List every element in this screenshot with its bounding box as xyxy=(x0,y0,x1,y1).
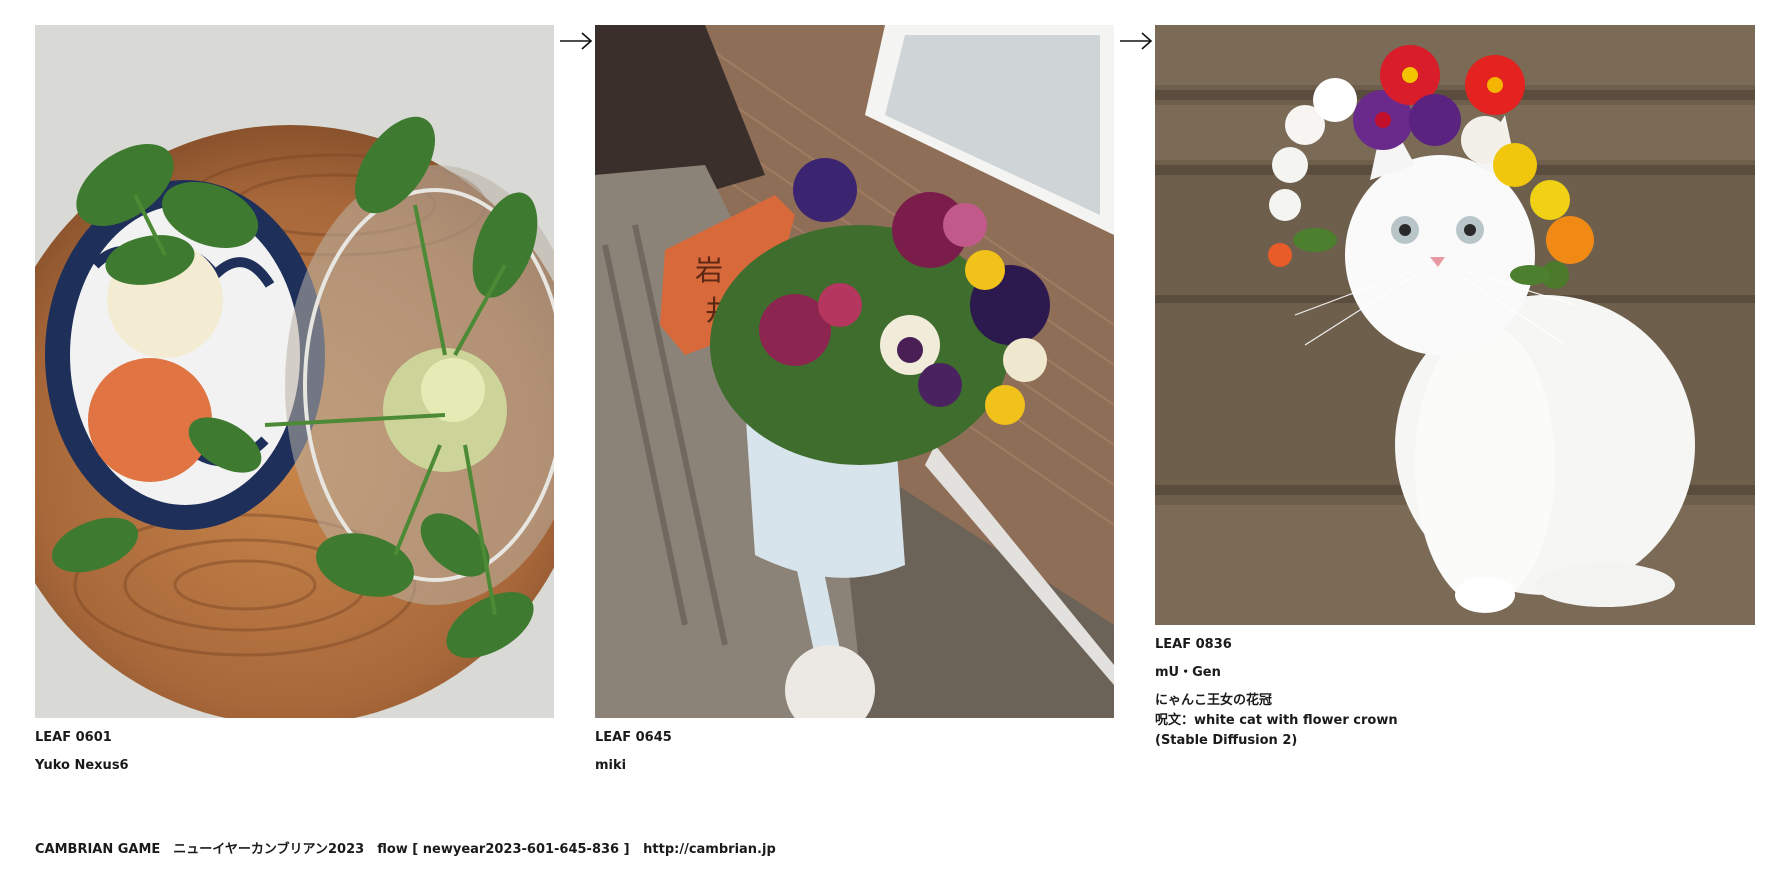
leaf-card-0645: 岩 井 LEAF 0645 xyxy=(595,25,1114,776)
leaf-id: LEAF 0601 xyxy=(35,730,112,745)
svg-text:岩: 岩 xyxy=(695,254,723,287)
leaf-description-line: にゃんこ王女の花冠 xyxy=(1155,693,1273,708)
leaf-id: LEAF 0645 xyxy=(595,730,672,745)
cat-flower-crown-photo xyxy=(1155,25,1755,625)
leaf-description-line: 呪文：white cat with flower crown xyxy=(1155,713,1398,728)
vegetables-photo xyxy=(35,25,554,718)
pansies-photo: 岩 井 xyxy=(595,25,1114,718)
leaf-photo-0601[interactable] xyxy=(35,25,554,718)
leaf-author[interactable]: Yuko Nexus6 xyxy=(35,756,554,776)
leaf-photo-0836[interactable] xyxy=(1155,25,1755,625)
leaf-description: にゃんこ王女の花冠 呪文：white cat with flower crown… xyxy=(1155,691,1755,751)
arrow-right-icon xyxy=(560,32,593,50)
leaf-description-line: (Stable Diffusion 2) xyxy=(1155,733,1298,748)
footer-title: CAMBRIAN GAME ニューイヤーカンブリアン2023 flow [ ne… xyxy=(35,842,630,857)
arrow-right-icon xyxy=(1120,32,1153,50)
leaf-card-0601: LEAF 0601 Yuko Nexus6 xyxy=(35,25,554,776)
leaf-author[interactable]: miki xyxy=(595,756,1114,776)
leaf-card-0836: LEAF 0836 mU・Gen にゃんこ王女の花冠 呪文：white cat … xyxy=(1155,25,1755,751)
footer-link[interactable]: http://cambrian.jp xyxy=(643,842,776,857)
leaf-id: LEAF 0836 xyxy=(1155,637,1232,652)
footer: CAMBRIAN GAME ニューイヤーカンブリアン2023 flow [ ne… xyxy=(35,838,776,857)
leaf-author[interactable]: mU・Gen xyxy=(1155,663,1755,683)
leaf-photo-0645[interactable]: 岩 井 xyxy=(595,25,1114,718)
